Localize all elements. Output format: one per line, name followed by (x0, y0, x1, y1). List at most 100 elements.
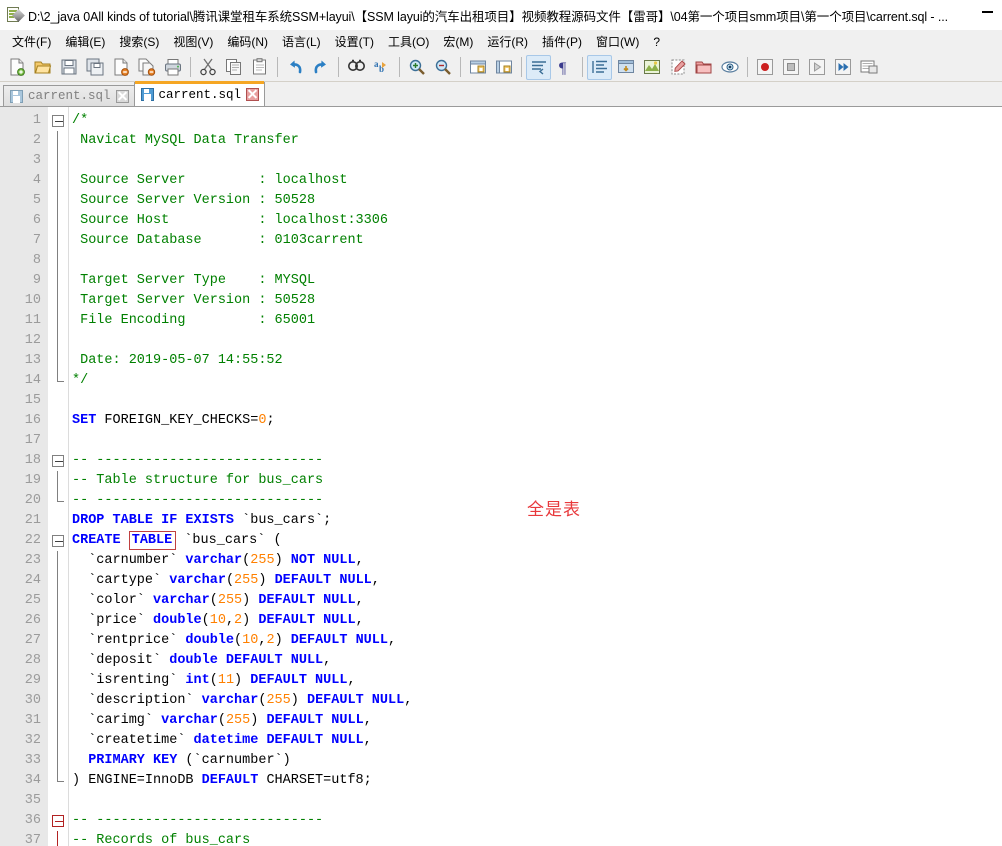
menu-item-11[interactable]: 窗口(W) (589, 30, 646, 53)
fold-row[interactable] (48, 191, 68, 211)
fold-row[interactable] (48, 771, 68, 791)
fold-row[interactable] (48, 391, 68, 411)
code-line[interactable]: `rentprice` double(10,2) DEFAULT NULL, (68, 631, 1002, 651)
menu-item-0[interactable]: 文件(F) (5, 30, 58, 53)
code-line[interactable]: Source Database : 0103carrent (68, 231, 1002, 251)
code-line[interactable]: SET FOREIGN_KEY_CHECKS=0; (68, 411, 1002, 431)
monitoring-icon[interactable] (717, 55, 742, 80)
fold-row[interactable] (48, 131, 68, 151)
macro-record-icon[interactable] (752, 55, 777, 80)
macro-stop-icon[interactable] (778, 55, 803, 80)
menu-item-5[interactable]: 语言(L) (275, 30, 328, 53)
minimize-button[interactable] (972, 0, 1002, 24)
macro-play-icon[interactable] (804, 55, 829, 80)
menu-item-4[interactable]: 编码(N) (220, 30, 275, 53)
fold-row[interactable] (48, 451, 68, 471)
fold-row[interactable] (48, 331, 68, 351)
fold-row[interactable] (48, 431, 68, 451)
function-list-icon[interactable] (665, 55, 690, 80)
code-line[interactable]: Source Host : localhost:3306 (68, 211, 1002, 231)
zoom-in-icon[interactable] (404, 55, 429, 80)
code-line[interactable]: `carimg` varchar(255) DEFAULT NULL, (68, 711, 1002, 731)
menu-item-3[interactable]: 视图(V) (166, 30, 220, 53)
show-all-chars-icon[interactable]: ¶ (552, 55, 577, 80)
fold-row[interactable] (48, 371, 68, 391)
code-line[interactable] (68, 251, 1002, 271)
macro-save-icon[interactable] (856, 55, 881, 80)
undo-icon[interactable] (282, 55, 307, 80)
code-line[interactable]: */ (68, 371, 1002, 391)
fold-row[interactable] (48, 351, 68, 371)
code-line[interactable]: `deposit` double DEFAULT NULL, (68, 651, 1002, 671)
menu-item-1[interactable]: 编辑(E) (58, 30, 112, 53)
code-line[interactable] (68, 331, 1002, 351)
fold-row[interactable] (48, 811, 68, 831)
fold-row[interactable] (48, 711, 68, 731)
fold-row[interactable] (48, 731, 68, 751)
code-line[interactable]: -- Records of bus_cars (68, 831, 1002, 846)
code-line[interactable]: PRIMARY KEY (`carnumber`) (68, 751, 1002, 771)
fold-row[interactable] (48, 831, 68, 846)
ui-user-define-icon[interactable] (613, 55, 638, 80)
code-line[interactable] (68, 791, 1002, 811)
code-line[interactable]: Target Server Type : MYSQL (68, 271, 1002, 291)
code-line[interactable]: `cartype` varchar(255) DEFAULT NULL, (68, 571, 1002, 591)
fold-collapse-icon[interactable] (52, 455, 64, 467)
menu-item-7[interactable]: 工具(O) (381, 30, 436, 53)
fold-row[interactable] (48, 471, 68, 491)
fold-row[interactable] (48, 231, 68, 251)
editor-area[interactable]: 1 2 3 4 5 6 7 8 9 10 11 12 13 14 15 16 17 18 19 20 21 22 23 24 2… (0, 107, 1002, 846)
fold-row[interactable] (48, 611, 68, 631)
fold-collapse-icon[interactable] (52, 115, 64, 127)
fold-row[interactable] (48, 271, 68, 291)
save-icon[interactable] (56, 55, 81, 80)
print-icon[interactable] (160, 55, 185, 80)
replace-icon[interactable]: ab (369, 55, 394, 80)
close-all-icon[interactable] (134, 55, 159, 80)
fold-row[interactable] (48, 631, 68, 651)
code-line[interactable]: ) ENGINE=InnoDB DEFAULT CHARSET=utf8; (68, 771, 1002, 791)
code-line[interactable]: Target Server Version : 50528 (68, 291, 1002, 311)
indent-guide-icon[interactable] (587, 54, 612, 80)
code-line[interactable]: Source Server : localhost (68, 171, 1002, 191)
code-line[interactable]: Source Server Version : 50528 (68, 191, 1002, 211)
zoom-out-icon[interactable] (430, 55, 455, 80)
code-line[interactable]: Navicat MySQL Data Transfer (68, 131, 1002, 151)
fold-row[interactable] (48, 511, 68, 531)
fold-row[interactable] (48, 151, 68, 171)
code-content[interactable]: /* Navicat MySQL Data Transfer Source Se… (68, 107, 1002, 846)
code-line[interactable] (68, 151, 1002, 171)
close-file-icon[interactable] (108, 55, 133, 80)
fold-row[interactable] (48, 111, 68, 131)
fold-row[interactable] (48, 751, 68, 771)
fold-row[interactable] (48, 551, 68, 571)
redo-icon[interactable] (308, 55, 333, 80)
fold-row[interactable] (48, 291, 68, 311)
code-line[interactable]: File Encoding : 65001 (68, 311, 1002, 331)
paste-icon[interactable] (247, 55, 272, 80)
cut-icon[interactable] (195, 55, 220, 80)
code-line[interactable]: /* (68, 111, 1002, 131)
menu-item-12[interactable]: ? (646, 32, 667, 52)
fold-row[interactable] (48, 791, 68, 811)
menu-item-10[interactable]: 插件(P) (535, 30, 589, 53)
save-all-icon[interactable] (82, 55, 107, 80)
code-line[interactable]: -- ---------------------------- (68, 811, 1002, 831)
sync-horizontal-icon[interactable] (491, 55, 516, 80)
fold-row[interactable] (48, 211, 68, 231)
fold-row[interactable] (48, 671, 68, 691)
menu-item-9[interactable]: 运行(R) (480, 30, 535, 53)
document-map-icon[interactable] (639, 55, 664, 80)
fold-row[interactable] (48, 531, 68, 551)
code-line[interactable]: CREATE TABLE `bus_cars` ( (68, 531, 1002, 551)
fold-row[interactable] (48, 311, 68, 331)
new-file-icon[interactable] (4, 55, 29, 80)
fold-row[interactable] (48, 411, 68, 431)
menu-item-6[interactable]: 设置(T) (328, 30, 381, 53)
menu-item-8[interactable]: 宏(M) (436, 30, 480, 53)
fold-row[interactable] (48, 691, 68, 711)
fold-row[interactable] (48, 251, 68, 271)
fold-row[interactable] (48, 171, 68, 191)
code-line[interactable]: `price` double(10,2) DEFAULT NULL, (68, 611, 1002, 631)
tab-close-icon[interactable] (246, 88, 260, 101)
